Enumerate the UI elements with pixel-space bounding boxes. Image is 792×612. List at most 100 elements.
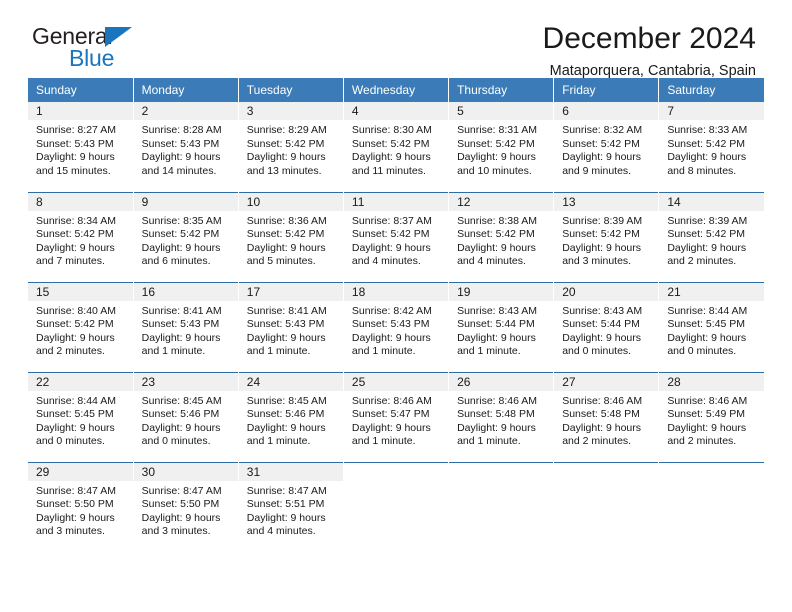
calendar-day-cell[interactable]: 7 Sunrise: 8:33 AM Sunset: 5:42 PM Daylight… [658, 102, 764, 192]
day-cell-inner [449, 463, 553, 553]
calendar-day-cell[interactable]: 20 Sunrise: 8:43 AM Sunset: 5:44 PM Dayligh… [553, 281, 660, 372]
day-number: 9 [133, 192, 238, 211]
day-cell-inner [659, 463, 764, 553]
day-number: 18 [343, 282, 449, 301]
day-details: Sunrise: 8:34 AM Sunset: 5:42 PM Daylight:… [28, 211, 133, 269]
calendar-day-cell[interactable]: 5 Sunrise: 8:31 AM Sunset: 5:42 PM Daylight… [448, 102, 555, 192]
sunset-time: Sunset: 5:47 PM [351, 408, 430, 421]
sunset-time: Sunset: 5:51 PM [246, 498, 325, 511]
daylight-duration-line2: and 4 minutes. [457, 255, 526, 268]
day-cell-inner: 24 Sunrise: 8:45 AM Sunset: 5:46 PM Dayligh… [238, 372, 343, 462]
calendar-header-row: Sunday Monday Tuesday Wednesday Thursday… [28, 78, 764, 102]
daylight-duration-line2: and 9 minutes. [562, 164, 632, 177]
calendar-day-cell[interactable]: 2 Sunrise: 8:28 AM Sunset: 5:43 PM Daylight… [133, 102, 239, 192]
calendar-day-cell[interactable]: 28 Sunrise: 8:46 AM Sunset: 5:49 PM Dayligh… [658, 371, 764, 462]
calendar-day-cell[interactable]: 13 Sunrise: 8:39 AM Sunset: 5:42 PM Dayligh… [553, 191, 660, 282]
calendar-day-cell[interactable]: 12 Sunrise: 8:38 AM Sunset: 5:42 PM Dayligh… [448, 191, 555, 282]
sunrise-time: Sunrise: 8:43 AM [562, 304, 643, 317]
calendar-day-cell[interactable]: 19 Sunrise: 8:43 AM Sunset: 5:44 PM Dayligh… [448, 281, 555, 372]
daylight-duration-line2: and 0 minutes. [562, 345, 632, 358]
calendar-day-cell[interactable]: 18 Sunrise: 8:42 AM Sunset: 5:43 PM Dayligh… [343, 281, 450, 372]
sunset-time: Sunset: 5:50 PM [141, 498, 220, 511]
calendar-day-cell[interactable]: 10 Sunrise: 8:36 AM Sunset: 5:42 PM Dayligh… [238, 191, 344, 282]
sunset-time: Sunset: 5:42 PM [141, 228, 220, 241]
calendar-day-cell[interactable]: 26 Sunrise: 8:46 AM Sunset: 5:48 PM Dayligh… [448, 371, 555, 462]
calendar-day-cell-empty [553, 461, 660, 553]
sunrise-time: Sunrise: 8:46 AM [562, 394, 643, 407]
day-cell-inner: 4 Sunrise: 8:30 AM Sunset: 5:42 PM Daylight… [343, 102, 449, 192]
day-cell-inner: 21 Sunrise: 8:44 AM Sunset: 5:45 PM Dayligh… [659, 282, 764, 372]
sunrise-time: Sunrise: 8:38 AM [457, 214, 538, 227]
calendar-day-cell[interactable]: 22 Sunrise: 8:44 AM Sunset: 5:45 PM Dayligh… [28, 371, 134, 462]
day-number: 27 [554, 372, 659, 391]
calendar-day-cell[interactable]: 17 Sunrise: 8:41 AM Sunset: 5:43 PM Dayligh… [238, 281, 344, 372]
sunrise-time: Sunrise: 8:37 AM [351, 214, 432, 227]
day-cell-inner [554, 463, 658, 553]
day-cell-inner: 20 Sunrise: 8:43 AM Sunset: 5:44 PM Dayligh… [554, 282, 659, 372]
day-number: 17 [238, 282, 343, 301]
calendar-day-cell[interactable]: 16 Sunrise: 8:41 AM Sunset: 5:43 PM Dayligh… [133, 281, 239, 372]
generalblue-logo[interactable]: General Blue [32, 25, 272, 81]
day-details: Sunrise: 8:31 AM Sunset: 5:42 PM Daylight:… [449, 120, 553, 178]
calendar-day-cell[interactable]: 25 Sunrise: 8:46 AM Sunset: 5:47 PM Dayligh… [343, 371, 450, 462]
calendar-day-cell[interactable]: 31 Sunrise: 8:47 AM Sunset: 5:51 PM Dayligh… [238, 461, 344, 552]
calendar-day-cell[interactable]: 30 Sunrise: 8:47 AM Sunset: 5:50 PM Dayligh… [133, 461, 239, 552]
day-number: 22 [28, 372, 133, 391]
daylight-duration-line1: Daylight: 9 hours [457, 421, 536, 434]
day-number: 19 [449, 282, 554, 301]
calendar-day-cell[interactable]: 15 Sunrise: 8:40 AM Sunset: 5:42 PM Dayligh… [28, 281, 134, 372]
daylight-duration-line2: and 1 minute. [351, 345, 416, 358]
daylight-duration-line2: and 4 minutes. [246, 525, 316, 538]
calendar-day-cell-empty [448, 461, 555, 553]
sunset-time: Sunset: 5:42 PM [457, 228, 535, 241]
calendar-day-cell[interactable]: 8 Sunrise: 8:34 AM Sunset: 5:42 PM Daylight… [28, 191, 134, 282]
daylight-duration-line2: and 1 minute. [457, 435, 521, 448]
weekday-header-sunday: Sunday [28, 78, 134, 102]
sunrise-time: Sunrise: 8:40 AM [36, 304, 116, 317]
daylight-duration-line1: Daylight: 9 hours [141, 241, 221, 254]
day-number [554, 463, 658, 481]
day-cell-inner: 16 Sunrise: 8:41 AM Sunset: 5:43 PM Dayligh… [133, 282, 238, 372]
daylight-duration-line1: Daylight: 9 hours [457, 331, 536, 344]
calendar-day-cell[interactable]: 6 Sunrise: 8:32 AM Sunset: 5:42 PM Daylight… [553, 102, 660, 192]
page-subtitle: Mataporquera, Cantabria, Spain [549, 62, 756, 79]
daylight-duration-line2: and 14 minutes. [141, 164, 217, 177]
daylight-duration-line2: and 1 minute. [457, 345, 521, 358]
calendar-day-cell[interactable]: 11 Sunrise: 8:37 AM Sunset: 5:42 PM Dayligh… [343, 191, 450, 282]
day-details: Sunrise: 8:45 AM Sunset: 5:46 PM Daylight:… [239, 391, 343, 449]
sunset-time: Sunset: 5:42 PM [457, 137, 535, 150]
day-number: 25 [343, 372, 449, 391]
day-details: Sunrise: 8:47 AM Sunset: 5:50 PM Daylight:… [28, 481, 133, 539]
daylight-duration-line2: and 0 minutes. [667, 345, 737, 358]
calendar-day-cell[interactable]: 24 Sunrise: 8:45 AM Sunset: 5:46 PM Dayligh… [238, 371, 344, 462]
day-number: 1 [28, 102, 133, 120]
weekday-header-tuesday: Tuesday [238, 78, 344, 102]
day-number: 16 [133, 282, 238, 301]
day-number: 21 [659, 282, 764, 301]
daylight-duration-line2: and 0 minutes. [141, 435, 211, 448]
day-cell-inner: 26 Sunrise: 8:46 AM Sunset: 5:48 PM Dayligh… [449, 372, 554, 462]
calendar-day-cell[interactable]: 1 Sunrise: 8:27 AM Sunset: 5:43 PM Daylight… [28, 102, 134, 192]
calendar-day-cell[interactable]: 14 Sunrise: 8:39 AM Sunset: 5:42 PM Dayligh… [658, 191, 764, 282]
day-details: Sunrise: 8:35 AM Sunset: 5:42 PM Daylight:… [134, 211, 238, 269]
day-number: 29 [28, 462, 133, 481]
day-details: Sunrise: 8:29 AM Sunset: 5:42 PM Daylight:… [239, 120, 343, 178]
day-details: Sunrise: 8:41 AM Sunset: 5:43 PM Daylight:… [134, 301, 238, 359]
sunrise-time: Sunrise: 8:47 AM [36, 484, 116, 497]
daylight-duration-line2: and 6 minutes. [141, 255, 211, 268]
calendar-day-cell[interactable]: 23 Sunrise: 8:45 AM Sunset: 5:46 PM Dayligh… [133, 371, 239, 462]
calendar-day-cell[interactable]: 3 Sunrise: 8:29 AM Sunset: 5:42 PM Daylight… [238, 102, 344, 192]
daylight-duration-line2: and 2 minutes. [562, 435, 632, 448]
sunrise-time: Sunrise: 8:41 AM [246, 304, 327, 317]
day-number: 28 [659, 372, 764, 391]
daylight-duration-line1: Daylight: 9 hours [667, 331, 747, 344]
daylight-duration-line2: and 1 minute. [246, 435, 311, 448]
title-block: December 2024 Mataporquera, Cantabria, S… [543, 22, 756, 80]
day-details: Sunrise: 8:37 AM Sunset: 5:42 PM Daylight:… [344, 211, 448, 269]
calendar-day-cell[interactable]: 29 Sunrise: 8:47 AM Sunset: 5:50 PM Dayligh… [28, 461, 134, 552]
calendar-day-cell[interactable]: 4 Sunrise: 8:30 AM Sunset: 5:42 PM Daylight… [343, 102, 450, 192]
calendar-day-cell[interactable]: 21 Sunrise: 8:44 AM Sunset: 5:45 PM Dayligh… [658, 281, 764, 372]
day-details: Sunrise: 8:28 AM Sunset: 5:43 PM Daylight:… [134, 120, 238, 178]
calendar-day-cell[interactable]: 9 Sunrise: 8:35 AM Sunset: 5:42 PM Daylight… [133, 191, 239, 282]
calendar-day-cell[interactable]: 27 Sunrise: 8:46 AM Sunset: 5:48 PM Dayligh… [553, 371, 660, 462]
